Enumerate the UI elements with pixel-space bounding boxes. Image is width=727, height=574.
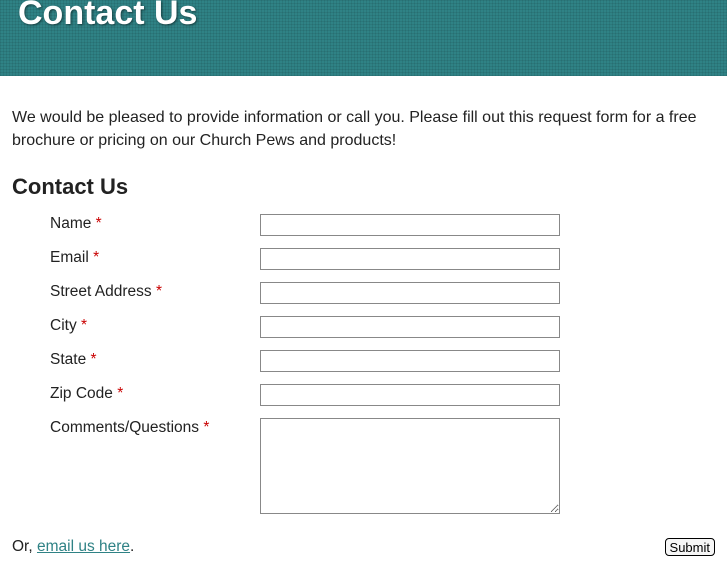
required-mark: *: [156, 283, 162, 300]
content-area: We would be pleased to provide informati…: [0, 76, 727, 574]
label-email-text: Email: [50, 249, 89, 266]
required-mark: *: [203, 419, 209, 436]
required-mark: *: [81, 317, 87, 334]
name-input[interactable]: [260, 214, 560, 236]
email-us-link[interactable]: email us here: [37, 538, 130, 555]
label-email: Email *: [50, 248, 260, 267]
label-zip: Zip Code *: [50, 384, 260, 403]
field-row-email: Email *: [50, 248, 715, 270]
email-input[interactable]: [260, 248, 560, 270]
field-row-zip: Zip Code *: [50, 384, 715, 406]
label-state-text: State: [50, 351, 86, 368]
required-mark: *: [96, 215, 102, 232]
page-title: Contact Us: [18, 0, 709, 30]
label-name: Name *: [50, 214, 260, 233]
label-street-text: Street Address: [50, 283, 152, 300]
zip-input[interactable]: [260, 384, 560, 406]
contact-form: Name * Email * Street Address * City *: [12, 214, 715, 514]
state-input[interactable]: [260, 350, 560, 372]
label-state: State *: [50, 350, 260, 369]
or-prefix: Or,: [12, 538, 37, 555]
submit-button[interactable]: Submit: [665, 538, 715, 556]
form-heading: Contact Us: [12, 174, 715, 200]
comments-textarea[interactable]: [260, 418, 560, 514]
label-zip-text: Zip Code: [50, 385, 113, 402]
field-row-state: State *: [50, 350, 715, 372]
label-street: Street Address *: [50, 282, 260, 301]
label-name-text: Name: [50, 215, 91, 232]
label-city: City *: [50, 316, 260, 335]
required-mark: *: [91, 351, 97, 368]
label-comments-text: Comments/Questions: [50, 419, 199, 436]
field-row-comments: Comments/Questions *: [50, 418, 715, 514]
street-input[interactable]: [260, 282, 560, 304]
intro-text: We would be pleased to provide informati…: [12, 106, 715, 152]
field-row-city: City *: [50, 316, 715, 338]
required-mark: *: [117, 385, 123, 402]
page-banner: Contact Us: [0, 0, 727, 76]
form-footer: Or, email us here. Submit: [12, 538, 715, 556]
label-comments: Comments/Questions *: [50, 418, 260, 437]
city-input[interactable]: [260, 316, 560, 338]
label-city-text: City: [50, 317, 77, 334]
required-mark: *: [93, 249, 99, 266]
alt-contact: Or, email us here.: [12, 538, 134, 556]
field-row-street: Street Address *: [50, 282, 715, 304]
field-row-name: Name *: [50, 214, 715, 236]
or-suffix: .: [130, 538, 134, 555]
